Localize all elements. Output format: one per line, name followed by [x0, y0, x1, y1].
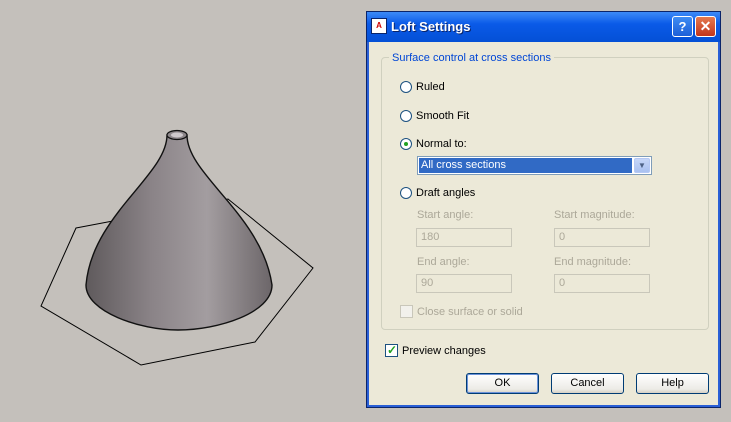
titlebar-close-button[interactable]: ✕	[695, 16, 716, 37]
help-button[interactable]: Help	[636, 373, 709, 394]
loft-settings-dialog: A Loft Settings ? ✕ Surface control at c…	[366, 11, 721, 408]
preview-changes-label: Preview changes	[402, 344, 486, 357]
end-angle-field[interactable]: 90	[416, 274, 512, 293]
lofted-solid-drawing	[40, 129, 314, 366]
draft-angles-label: Draft angles	[416, 187, 476, 199]
ruled-radio[interactable]	[400, 81, 412, 93]
cancel-button[interactable]: Cancel	[551, 373, 624, 394]
normal-to-option[interactable]: Normal to:	[400, 138, 467, 150]
ruled-option[interactable]: Ruled	[400, 81, 445, 93]
chevron-down-icon[interactable]: ▼	[634, 158, 650, 173]
close-surface-checkbox[interactable]	[400, 305, 413, 318]
start-angle-label: Start angle:	[417, 209, 474, 221]
autocad-app-icon: A	[371, 18, 387, 34]
preview-changes-checkbox[interactable]	[385, 343, 398, 357]
titlebar-help-button[interactable]: ?	[672, 16, 693, 37]
end-angle-label: End angle:	[417, 256, 470, 268]
normal-to-selected-value: All cross sections	[419, 158, 632, 173]
smooth-fit-radio[interactable]	[400, 110, 412, 122]
end-magnitude-label: End magnitude:	[554, 256, 632, 268]
start-angle-field[interactable]: 180	[416, 228, 512, 247]
dialog-title: Loft Settings	[391, 19, 471, 34]
end-magnitude-field[interactable]: 0	[554, 274, 650, 293]
surface-control-group-title: Surface control at cross sections	[389, 52, 554, 64]
start-magnitude-label: Start magnitude:	[554, 209, 635, 221]
preview-changes-option[interactable]: Preview changes	[385, 343, 486, 357]
drawing-viewport[interactable]	[0, 0, 366, 419]
smooth-fit-label: Smooth Fit	[416, 110, 470, 122]
close-surface-label: Close surface or solid	[417, 305, 523, 318]
draft-angles-radio[interactable]	[400, 187, 412, 199]
top-opening-inner	[171, 132, 183, 138]
draft-angles-option[interactable]: Draft angles	[400, 187, 475, 199]
normal-to-radio[interactable]	[400, 138, 412, 150]
smooth-fit-option[interactable]: Smooth Fit	[400, 110, 469, 122]
start-magnitude-field[interactable]: 0	[554, 228, 650, 247]
dialog-titlebar[interactable]: A Loft Settings ? ✕	[367, 12, 720, 42]
ruled-label: Ruled	[416, 81, 445, 93]
ok-button[interactable]: OK	[466, 373, 539, 394]
normal-to-label: Normal to:	[416, 138, 467, 150]
close-surface-option[interactable]: Close surface or solid	[400, 305, 523, 318]
normal-to-dropdown[interactable]: All cross sections ▼	[417, 156, 652, 175]
lofted-cone-body	[85, 134, 273, 331]
